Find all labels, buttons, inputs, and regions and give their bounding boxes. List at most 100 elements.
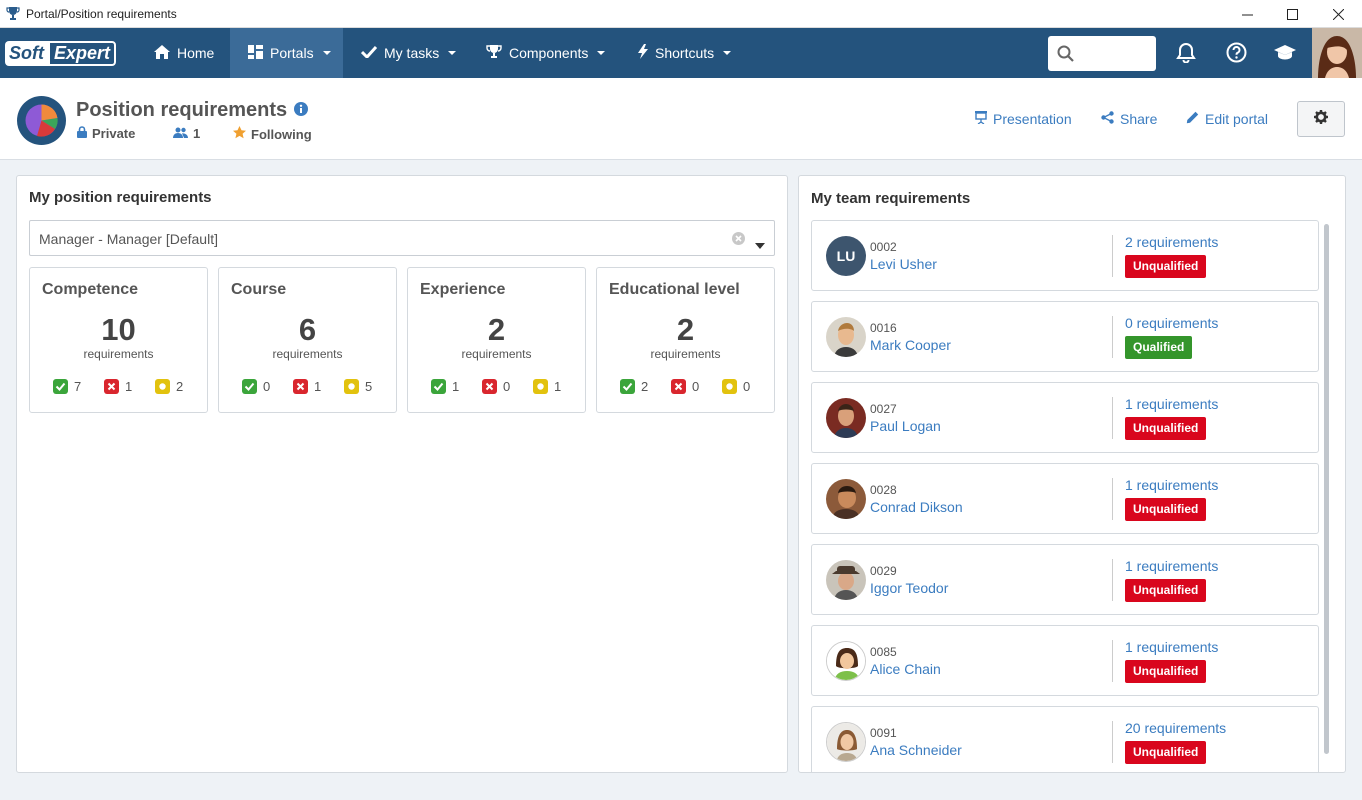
divider xyxy=(1112,235,1113,277)
logo-part1: Soft xyxy=(5,41,48,66)
presentation-button[interactable]: Presentation xyxy=(975,111,1072,127)
requirement-card-competence[interactable]: Competence 10 requirements 7 1 2 xyxy=(29,267,208,413)
card-title: Experience xyxy=(420,281,506,298)
member-name[interactable]: Ana Schneider xyxy=(870,742,962,758)
pending-icon xyxy=(155,379,170,394)
pending-count: 5 xyxy=(344,379,372,394)
card-count: 10 xyxy=(101,312,136,347)
members-indicator[interactable]: 1 xyxy=(173,126,200,141)
member-name[interactable]: Alice Chain xyxy=(870,661,941,677)
settings-button[interactable] xyxy=(1297,101,1345,137)
search-input[interactable] xyxy=(1080,42,1150,64)
check-icon xyxy=(53,379,68,394)
status-badge: Unqualified xyxy=(1125,579,1207,602)
bolt-icon xyxy=(638,44,648,62)
nav-components-label: Components xyxy=(509,45,589,61)
requirements-link[interactable]: 20 requirements xyxy=(1125,720,1226,736)
search-box[interactable] xyxy=(1048,36,1156,71)
team-member-card[interactable]: 0085 Alice Chain 1 requirements Unqualif… xyxy=(811,625,1319,696)
maximize-button[interactable] xyxy=(1269,0,1315,28)
following-label: Following xyxy=(251,126,312,142)
position-select[interactable]: Manager - Manager [Default] xyxy=(29,220,775,256)
requirements-link[interactable]: 1 requirements xyxy=(1125,477,1218,493)
privacy-label: Private xyxy=(92,126,136,141)
users-icon xyxy=(173,126,188,141)
team-member-card[interactable]: 0027 Paul Logan 1 requirements Unqualifi… xyxy=(811,382,1319,453)
star-icon xyxy=(233,126,246,142)
met-count: 0 xyxy=(242,379,270,394)
chevron-down-icon[interactable] xyxy=(755,236,765,254)
check-icon xyxy=(360,45,378,61)
requirements-link[interactable]: 1 requirements xyxy=(1125,396,1218,412)
avatar xyxy=(826,641,866,681)
softexpert-logo[interactable]: Soft Expert xyxy=(5,41,117,66)
card-label: requirements xyxy=(650,347,721,361)
nav-my-tasks[interactable]: My tasks xyxy=(360,28,457,78)
requirement-card-experience[interactable]: Experience 2 requirements 1 0 1 xyxy=(407,267,586,413)
member-name[interactable]: Paul Logan xyxy=(870,418,941,434)
following-indicator[interactable]: Following xyxy=(233,126,312,142)
requirement-card-educational-level[interactable]: Educational level 2 requirements 2 0 0 xyxy=(596,267,775,413)
nav-shortcuts[interactable]: Shortcuts xyxy=(638,28,732,78)
chevron-down-icon xyxy=(322,51,331,55)
requirement-card-course[interactable]: Course 6 requirements 0 1 5 xyxy=(218,267,397,413)
close-button[interactable] xyxy=(1315,0,1361,28)
nav-home[interactable]: Home xyxy=(154,28,214,78)
status-badge: Qualified xyxy=(1125,336,1193,359)
graduation-cap-icon[interactable] xyxy=(1274,44,1296,66)
scrollbar[interactable] xyxy=(1324,224,1329,754)
user-avatar[interactable] xyxy=(1312,28,1362,78)
trophy-icon xyxy=(6,6,20,26)
team-member-card[interactable]: LU 0002 Levi Usher 2 requirements Unqual… xyxy=(811,220,1319,291)
cross-icon xyxy=(482,379,497,394)
card-title: Competence xyxy=(42,281,139,298)
team-member-card[interactable]: 0029 Iggor Teodor 1 requirements Unquali… xyxy=(811,544,1319,615)
info-icon[interactable] xyxy=(294,102,308,121)
member-name[interactable]: Iggor Teodor xyxy=(870,580,948,596)
member-code: 0091 xyxy=(870,726,897,740)
bell-icon[interactable] xyxy=(1176,42,1196,68)
status-badge: Unqualified xyxy=(1125,498,1207,521)
window-title: Portal/Position requirements xyxy=(26,7,177,21)
requirements-link[interactable]: 1 requirements xyxy=(1125,558,1218,574)
met-count: 2 xyxy=(620,379,648,394)
member-name[interactable]: Conrad Dikson xyxy=(870,499,963,515)
status-badge: Unqualified xyxy=(1125,255,1207,278)
card-count: 2 xyxy=(676,312,695,347)
member-name[interactable]: Levi Usher xyxy=(870,256,937,272)
requirements-link[interactable]: 0 requirements xyxy=(1125,315,1218,331)
nav-portals[interactable]: Portals xyxy=(230,28,343,78)
share-button[interactable]: Share xyxy=(1101,111,1157,127)
pending-count: 1 xyxy=(533,379,561,394)
pending-icon xyxy=(533,379,548,394)
panel-title: My team requirements xyxy=(811,190,971,207)
team-member-card[interactable]: 0016 Mark Cooper 0 requirements Qualifie… xyxy=(811,301,1319,372)
team-member-card[interactable]: 0091 Ana Schneider 20 requirements Unqua… xyxy=(811,706,1319,772)
clear-icon[interactable] xyxy=(732,232,745,250)
edit-portal-button[interactable]: Edit portal xyxy=(1186,111,1268,127)
unmet-count: 0 xyxy=(482,379,510,394)
team-member-card[interactable]: 0028 Conrad Dikson 1 requirements Unqual… xyxy=(811,463,1319,534)
status-badge: Unqualified xyxy=(1125,417,1207,440)
requirements-link[interactable]: 2 requirements xyxy=(1125,234,1218,250)
minimize-button[interactable] xyxy=(1224,0,1270,28)
nav-portals-label: Portals xyxy=(270,45,314,61)
top-navbar: Soft Expert Home Portals My tasks Compon… xyxy=(0,28,1362,78)
logo-part2: Expert xyxy=(48,41,117,66)
divider xyxy=(1112,316,1113,358)
nav-components[interactable]: Components xyxy=(486,28,606,78)
status-badge: Unqualified xyxy=(1125,741,1207,764)
member-code: 0027 xyxy=(870,402,897,416)
my-team-requirements-panel: My team requirements LU 0002 Levi Usher … xyxy=(798,175,1346,773)
met-count: 1 xyxy=(431,379,459,394)
card-title: Course xyxy=(231,281,287,298)
privacy-indicator: Private xyxy=(77,126,135,141)
member-name[interactable]: Mark Cooper xyxy=(870,337,951,353)
card-label: requirements xyxy=(272,347,343,361)
pending-count: 0 xyxy=(722,379,750,394)
help-icon[interactable] xyxy=(1226,42,1247,68)
card-label: requirements xyxy=(461,347,532,361)
trophy-icon xyxy=(486,44,502,62)
divider xyxy=(1112,478,1113,520)
requirements-link[interactable]: 1 requirements xyxy=(1125,639,1218,655)
